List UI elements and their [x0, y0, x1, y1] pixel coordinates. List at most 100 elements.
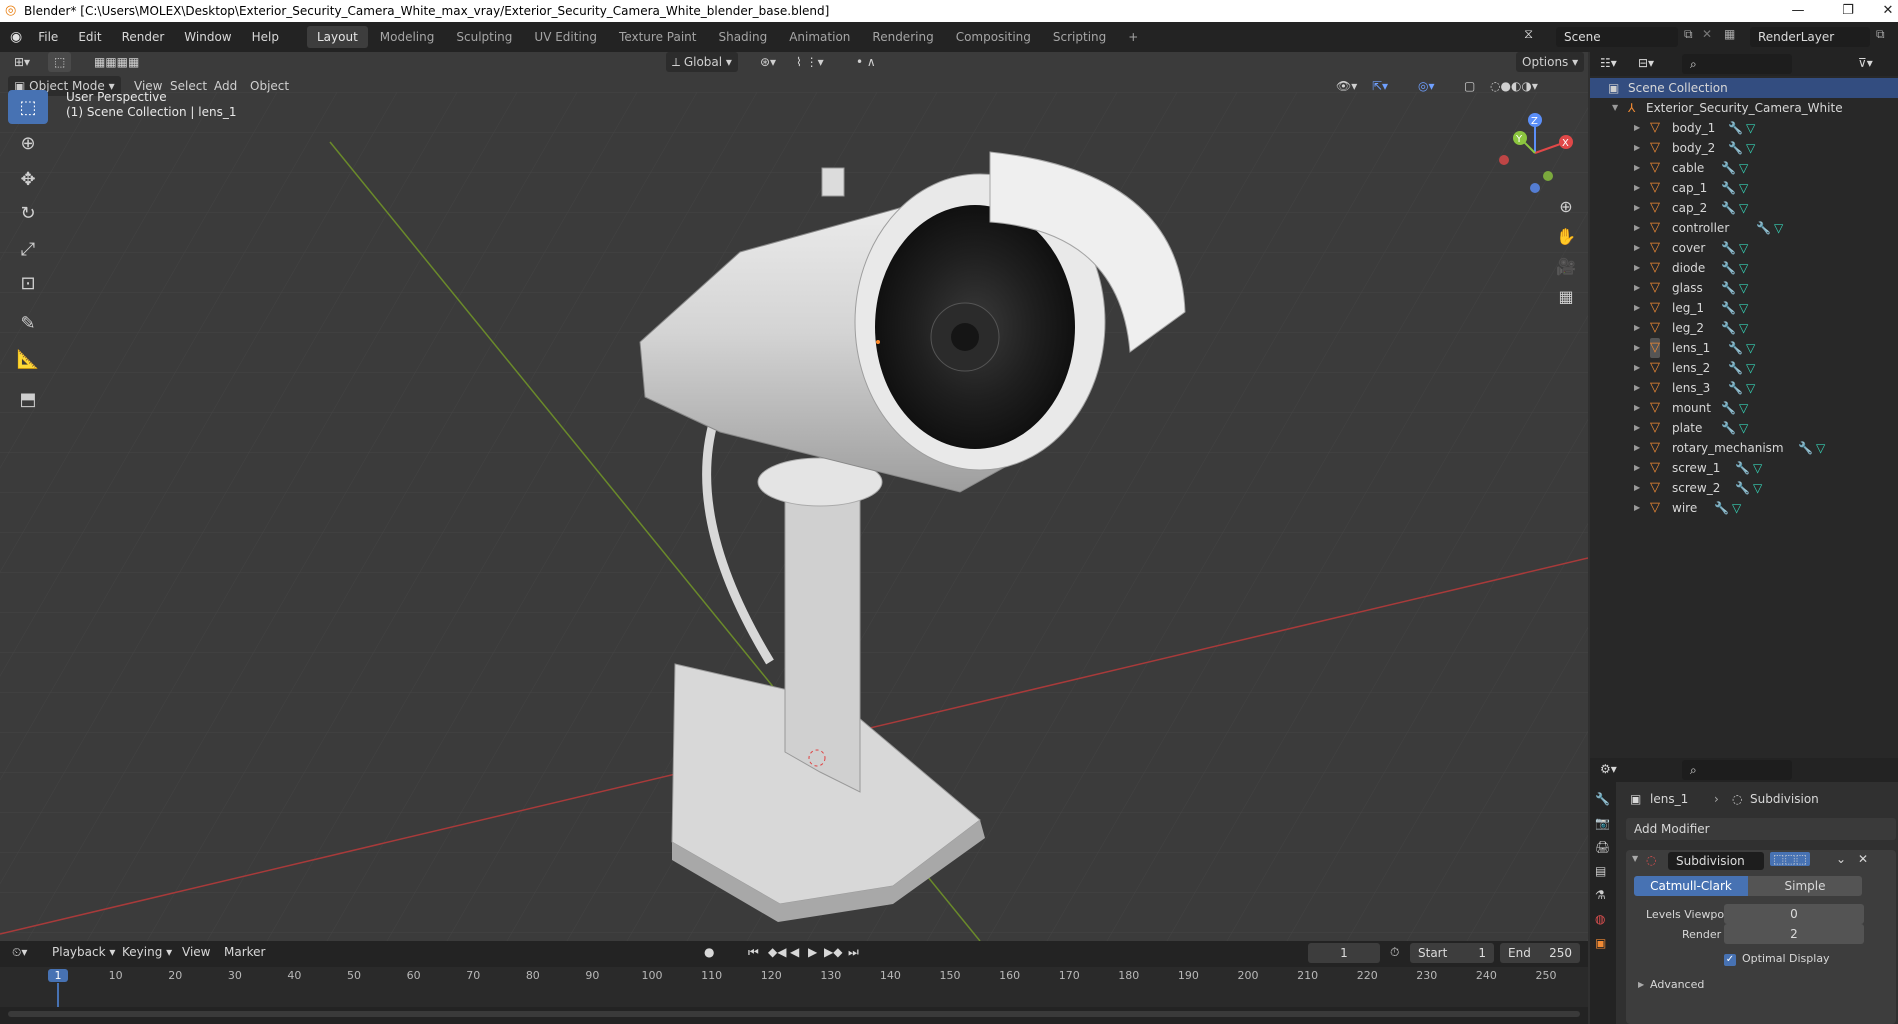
navigation-gizmo[interactable]: Z X Y — [1490, 108, 1580, 198]
modifier-wrench-icon[interactable]: 🔧 — [1714, 498, 1729, 518]
modifier-wrench-icon[interactable]: 🔧 — [1728, 358, 1743, 378]
expand-icon[interactable]: ▶ — [1634, 198, 1640, 218]
tool-add-cube[interactable]: ⬒ — [8, 382, 48, 416]
tab-animation[interactable]: Animation — [779, 26, 860, 48]
expand-icon[interactable]: ▶ — [1634, 138, 1640, 158]
add-workspace-icon[interactable]: + — [1118, 26, 1148, 48]
mesh-data-icon[interactable]: ▽ — [1739, 178, 1748, 198]
outliner-search-input[interactable]: ⌕ — [1682, 54, 1792, 74]
modifier-wrench-icon[interactable]: 🔧 — [1728, 118, 1743, 138]
modifier-wrench-icon[interactable]: 🔧 — [1721, 258, 1736, 278]
tool-scale[interactable]: ⤢ — [8, 232, 48, 266]
modifier-wrench-icon[interactable]: 🔧 — [1721, 178, 1736, 198]
modifier-wrench-icon[interactable]: 🔧 — [1721, 398, 1736, 418]
tool-move[interactable]: ✥ — [8, 162, 48, 196]
tab-modeling[interactable]: Modeling — [370, 26, 445, 48]
camera-view-icon[interactable]: 🎥 — [1552, 252, 1580, 280]
pivot-icon[interactable]: ⊛▾ — [754, 52, 782, 72]
outliner-collection[interactable]: ▼ ⅄ Exterior_Security_Camera_White — [1590, 98, 1898, 118]
optimal-display-checkbox[interactable]: ✓ — [1724, 954, 1736, 966]
modifier-wrench-icon[interactable]: 🔧 — [1721, 318, 1736, 338]
modifier-wrench-icon[interactable]: 🔧 — [1721, 158, 1736, 178]
tab-rendering[interactable]: Rendering — [862, 26, 943, 48]
tab-texture-paint[interactable]: Texture Paint — [609, 26, 706, 48]
tool-annotate[interactable]: ✎ — [8, 306, 48, 340]
timeline-ruler[interactable]: 1 10 20 30 40 50 60 70 80 90 100 110 120 130 140 150 160… — [0, 967, 1588, 1007]
outliner-item-leg-2[interactable]: ▶ ▽ leg_2 🔧 ▽ — [1590, 318, 1898, 338]
expand-icon[interactable]: ▶ — [1634, 258, 1640, 278]
remove-scene-icon[interactable]: ✕ — [1702, 27, 1712, 41]
gizmo-toggle-icon[interactable]: ⇱▾ — [1366, 76, 1394, 96]
properties-editor-type-icon[interactable]: ⚙▾ — [1600, 762, 1617, 776]
overlay-toggle-icon[interactable]: ◎▾ — [1412, 76, 1441, 96]
mesh-data-icon[interactable]: ▽ — [1746, 138, 1755, 158]
modifier-wrench-icon[interactable]: 🔧 — [1721, 298, 1736, 318]
mesh-data-icon[interactable]: ▽ — [1816, 438, 1825, 458]
expand-icon[interactable]: ▶ — [1634, 498, 1640, 518]
modifier-wrench-icon[interactable]: 🔧 — [1798, 438, 1813, 458]
tool-tab-icon[interactable]: 🔧 — [1595, 792, 1611, 806]
transform-orientation-field[interactable]: ⟂ Global ▾ — [666, 52, 738, 72]
menu-help[interactable]: Help — [242, 22, 289, 52]
outliner-scene-collection[interactable]: ▣ Scene Collection — [1590, 78, 1898, 98]
simple-button[interactable]: Simple — [1748, 876, 1862, 896]
menu-window[interactable]: Window — [174, 22, 241, 52]
object-tab-icon[interactable]: ▣ — [1595, 936, 1611, 950]
modifier-wrench-icon[interactable]: 🔧 — [1728, 338, 1743, 358]
zoom-icon[interactable]: ⊕ — [1552, 192, 1580, 220]
expand-icon[interactable]: ▶ — [1634, 478, 1640, 498]
outliner-item-cover[interactable]: ▶ ▽ cover 🔧 ▽ — [1590, 238, 1898, 258]
scene-icon[interactable]: ⧖ — [1524, 27, 1533, 42]
mesh-data-icon[interactable]: ▽ — [1739, 238, 1748, 258]
outliner-item-plate[interactable]: ▶ ▽ plate 🔧 ▽ — [1590, 418, 1898, 438]
render-tab-icon[interactable]: 📷 — [1595, 816, 1611, 830]
close-icon[interactable]: ✕ — [1868, 0, 1898, 22]
mesh-data-icon[interactable]: ▽ — [1739, 198, 1748, 218]
tab-layout[interactable]: Layout — [306, 26, 368, 48]
modifier-collapse-icon[interactable]: ▼ — [1632, 854, 1638, 863]
mesh-data-icon[interactable]: ▽ — [1739, 258, 1748, 278]
expand-icon[interactable]: ▶ — [1634, 418, 1640, 438]
tab-shading[interactable]: Shading — [708, 26, 777, 48]
expand-icon[interactable]: ▶ — [1634, 318, 1640, 338]
pan-hand-icon[interactable]: ✋ — [1552, 222, 1580, 250]
menu-add[interactable]: Add — [208, 76, 243, 96]
expand-icon[interactable]: ▶ — [1634, 398, 1640, 418]
tab-uv-editing[interactable]: UV Editing — [524, 26, 607, 48]
view-layer-field[interactable]: RenderLayer — [1750, 27, 1870, 47]
modifier-wrench-icon[interactable]: 🔧 — [1735, 478, 1750, 498]
new-scene-icon[interactable]: ⧉ — [1684, 27, 1693, 42]
minimize-icon[interactable]: — — [1778, 0, 1818, 22]
world-tab-icon[interactable]: ◍ — [1595, 912, 1611, 926]
modifier-wrench-icon[interactable]: 🔧 — [1735, 458, 1750, 478]
expand-icon[interactable]: ▶ — [1634, 158, 1640, 178]
modifier-wrench-icon[interactable]: 🔧 — [1721, 198, 1736, 218]
modifier-name-field[interactable]: Subdivision — [1668, 852, 1764, 870]
filter-icon[interactable]: ⊽▾ — [1858, 56, 1873, 70]
xray-icon[interactable]: ▢ — [1458, 76, 1481, 96]
outliner-item-cap-1[interactable]: ▶ ▽ cap_1 🔧 ▽ — [1590, 178, 1898, 198]
maximize-icon[interactable]: ❐ — [1828, 0, 1868, 22]
preview-range-icon[interactable]: ⏱ — [1390, 945, 1399, 960]
properties-search-input[interactable]: ⌕ — [1682, 760, 1792, 780]
mesh-data-icon[interactable]: ▽ — [1739, 418, 1748, 438]
mesh-data-icon[interactable]: ▽ — [1774, 218, 1783, 238]
proportional-edit-icon[interactable]: • ∧ — [850, 52, 882, 72]
playhead-line[interactable] — [57, 983, 59, 1007]
view-layer-icon[interactable]: ▦ — [1724, 27, 1735, 41]
outliner-editor-type-icon[interactable]: ☷▾ — [1600, 56, 1617, 70]
expand-icon[interactable]: ▶ — [1634, 338, 1640, 358]
outliner-item-lens-2[interactable]: ▶ ▽ lens_2 🔧 ▽ — [1590, 358, 1898, 378]
expand-icon[interactable]: ▶ — [1634, 278, 1640, 298]
mesh-data-icon[interactable]: ▽ — [1739, 398, 1748, 418]
tool-measure[interactable]: 📐 — [8, 342, 48, 376]
timeline-editor-type-icon[interactable]: ⏲▾ — [12, 945, 27, 960]
outliner-item-lens-3[interactable]: ▶ ▽ lens_3 🔧 ▽ — [1590, 378, 1898, 398]
prev-keyframe-icon[interactable]: ◆◀ — [768, 945, 786, 959]
modifier-menu-icon[interactable]: ⌄ — [1836, 852, 1846, 866]
collapse-icon[interactable]: ▼ — [1612, 98, 1618, 118]
scene-tab-icon[interactable]: ⚗ — [1595, 888, 1611, 902]
expand-icon[interactable]: ▶ — [1634, 218, 1640, 238]
tool-transform[interactable]: ⊡ — [8, 266, 48, 300]
next-keyframe-icon[interactable]: ▶◆ — [824, 945, 842, 959]
